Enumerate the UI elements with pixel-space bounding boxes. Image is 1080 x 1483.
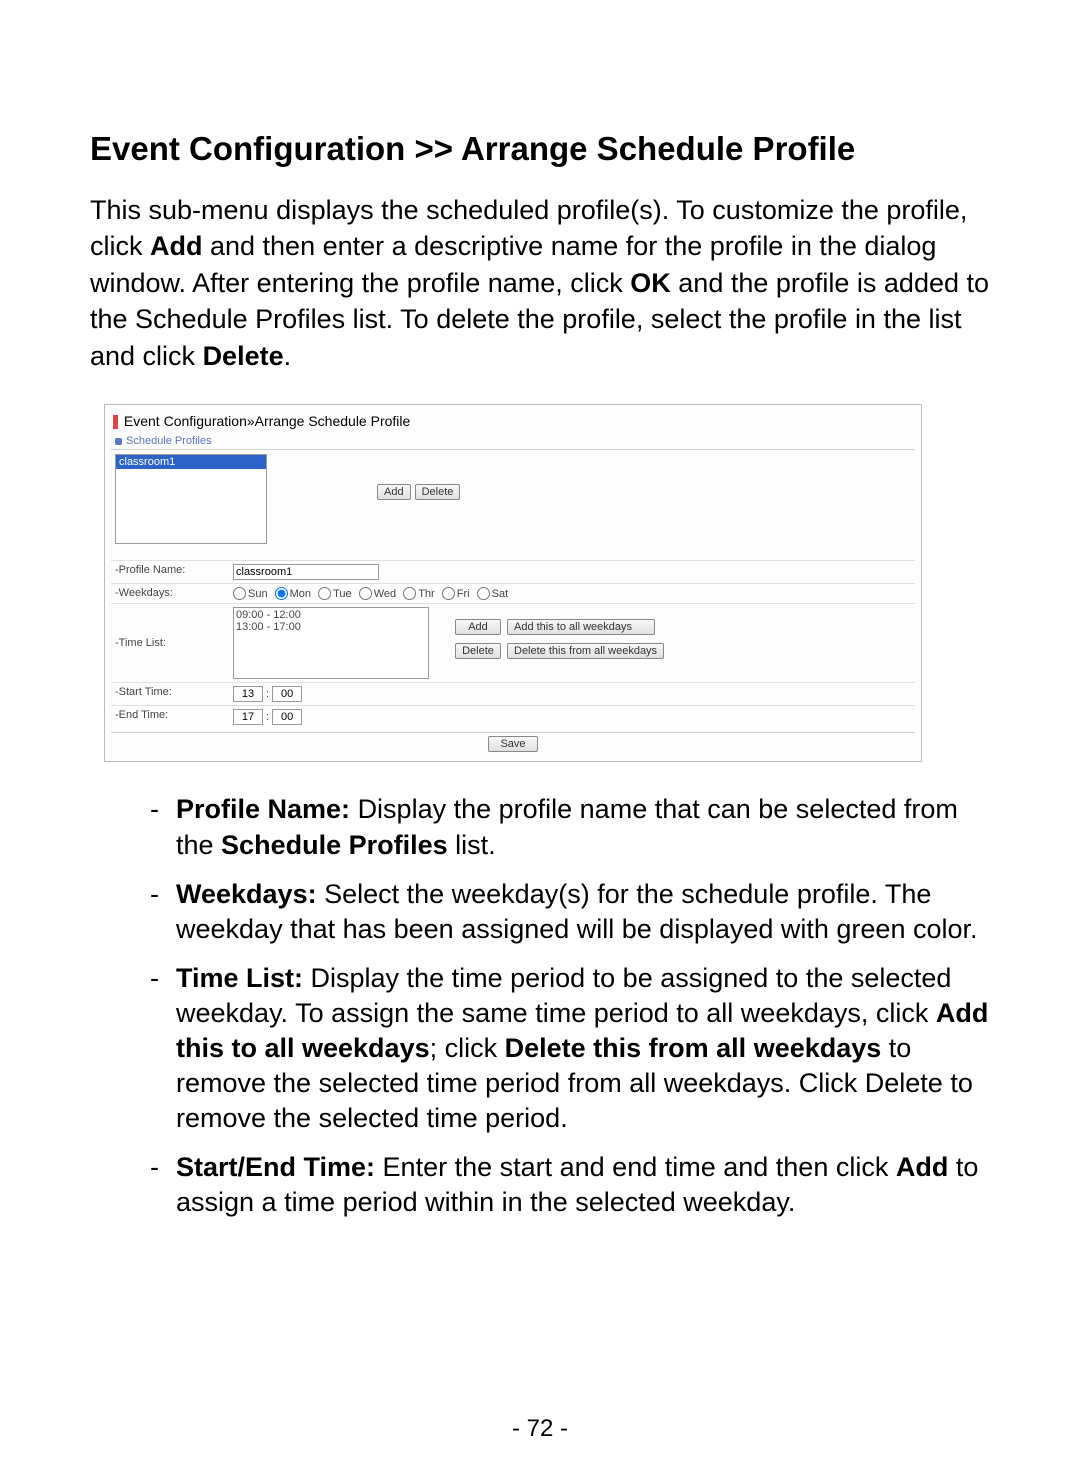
time-delete-all-weekdays-button[interactable]: Delete this from all weekdays (507, 643, 664, 659)
description-list: Profile Name: Display the profile name t… (90, 792, 990, 1220)
label-end-time: -End Time: (111, 706, 229, 729)
radio-tue[interactable] (318, 587, 331, 600)
radio-sat[interactable] (477, 587, 490, 600)
schedule-profile-figure: Event Configuration»Arrange Schedule Pro… (104, 404, 922, 762)
radio-sun[interactable] (233, 587, 246, 600)
bold-schedule-profiles: Schedule Profiles (221, 830, 448, 860)
weekday-sun[interactable]: Sun (233, 588, 268, 600)
text: Enter the start and end time and then cl… (383, 1152, 896, 1182)
bullet-time-list: Time List: Display the time period to be… (150, 961, 990, 1136)
figure-title-text: Event Configuration»Arrange Schedule Pro… (124, 413, 410, 429)
text: . (284, 341, 292, 371)
bold-delete: Delete (203, 341, 284, 371)
label-profile-name: -Profile Name: (111, 561, 229, 584)
weekday-thr[interactable]: Thr (403, 588, 435, 600)
weekdays-radio-group: Sun Mon Tue Wed Thr Fri Sat (229, 584, 915, 604)
profiles-add-button[interactable]: Add (377, 484, 411, 500)
weekday-mon[interactable]: Mon (275, 588, 311, 600)
time-add-all-weekdays-button[interactable]: Add this to all weekdays (507, 619, 655, 635)
bullet-label: Profile Name: (176, 794, 358, 824)
time-delete-button[interactable]: Delete (455, 643, 501, 659)
save-button[interactable]: Save (488, 736, 538, 752)
figure-title: Event Configuration»Arrange Schedule Pro… (111, 411, 915, 435)
profile-name-input[interactable] (233, 564, 379, 580)
bold-delete-all: Delete this from all weekdays (505, 1033, 882, 1063)
label-start-time: -Start Time: (111, 683, 229, 706)
radio-label: Tue (333, 588, 352, 600)
radio-fri[interactable] (442, 587, 455, 600)
end-minute-input[interactable] (272, 709, 302, 725)
profiles-delete-button[interactable]: Delete (415, 484, 461, 500)
accent-bar-icon (113, 415, 118, 429)
radio-label: Sat (492, 588, 509, 600)
radio-mon[interactable] (275, 587, 288, 600)
page-number: - 72 - (0, 1415, 1080, 1443)
text: list. (448, 830, 496, 860)
time-list-box[interactable]: 09:00 - 12:00 13:00 - 17:00 (233, 607, 429, 679)
bullet-weekdays: Weekdays: Select the weekday(s) for the … (150, 877, 990, 947)
radio-label: Fri (457, 588, 470, 600)
weekday-sat[interactable]: Sat (477, 588, 509, 600)
text: ; click (430, 1033, 505, 1063)
radio-label: Sun (248, 588, 268, 600)
radio-label: Wed (374, 588, 396, 600)
label-weekdays: -Weekdays: (111, 584, 229, 604)
profiles-listbox-item-selected[interactable]: classroom1 (116, 455, 266, 469)
section-header-schedule-profiles: Schedule Profiles (111, 435, 915, 449)
weekday-tue[interactable]: Tue (318, 588, 352, 600)
radio-label: Mon (290, 588, 311, 600)
bullet-label: Start/End Time: (176, 1152, 383, 1182)
label-time-list: -Time List: (111, 604, 229, 683)
radio-label: Thr (418, 588, 435, 600)
end-hour-input[interactable] (233, 709, 263, 725)
bullet-label: Weekdays: (176, 879, 324, 909)
start-hour-input[interactable] (233, 686, 263, 702)
bold-ok: OK (630, 268, 671, 298)
weekday-wed[interactable]: Wed (359, 588, 396, 600)
bullet-profile-name: Profile Name: Display the profile name t… (150, 792, 990, 862)
bold-add: Add (150, 231, 202, 261)
start-minute-input[interactable] (272, 686, 302, 702)
bold-add: Add (896, 1152, 948, 1182)
weekday-fri[interactable]: Fri (442, 588, 470, 600)
bullet-start-end-time: Start/End Time: Enter the start and end … (150, 1150, 990, 1220)
radio-wed[interactable] (359, 587, 372, 600)
intro-paragraph: This sub-menu displays the scheduled pro… (90, 192, 990, 374)
profiles-listbox[interactable]: classroom1 (115, 454, 267, 544)
radio-thr[interactable] (403, 587, 416, 600)
page-heading: Event Configuration >> Arrange Schedule … (90, 130, 990, 168)
bullet-label: Time List: (176, 963, 311, 993)
time-add-button[interactable]: Add (455, 619, 501, 635)
